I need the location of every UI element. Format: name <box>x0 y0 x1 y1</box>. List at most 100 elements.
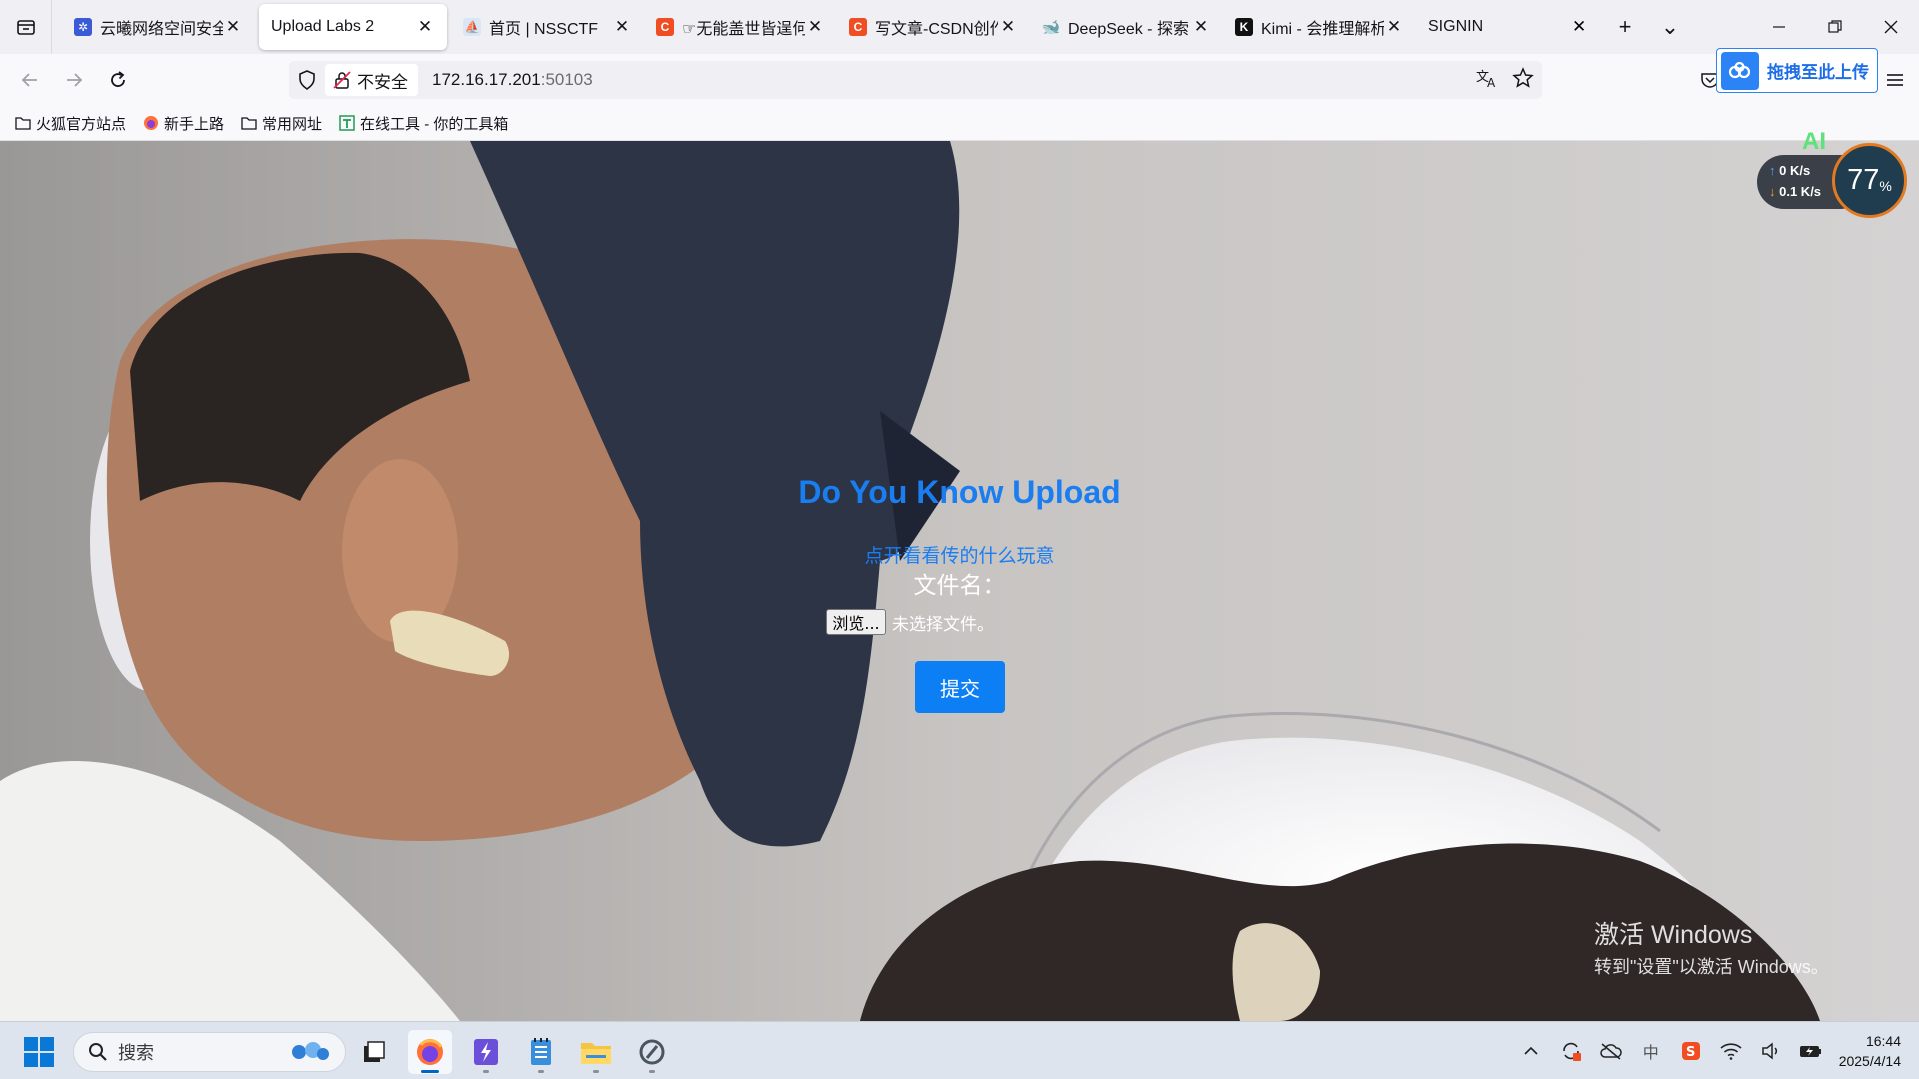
taskbar-search[interactable]: 搜索 <box>73 1032 346 1072</box>
close-tab-icon[interactable]: ✕ <box>1384 17 1404 37</box>
browse-button[interactable]: 浏览... <box>826 609 886 635</box>
memory-usage-ring: 77% <box>1832 143 1907 218</box>
tab-signin[interactable]: SIGNIN <box>1416 4 1576 50</box>
close-tab-icon[interactable]: ✕ <box>415 17 435 37</box>
tracking-protection-button[interactable] <box>289 61 325 99</box>
memory-percent: 77 <box>1847 164 1880 196</box>
close-tab-icon[interactable]: ✕ <box>805 17 825 37</box>
tab-title: Upload Labs 2 <box>271 18 375 35</box>
tab-title: Kimi - 会推理解析 <box>1261 21 1384 38</box>
close-window-button[interactable] <box>1863 0 1919 54</box>
tab-upload-labs[interactable]: Upload Labs 2 ✕ <box>259 4 447 50</box>
tab-csdn-2[interactable]: C 写文章-CSDN创作 ✕ <box>837 4 1030 50</box>
bookmarks-toolbar: 火狐官方站点 新手上路 常用网址 在线工具 - 你的工具箱 <box>0 106 1919 141</box>
sogou-tray-button[interactable]: S <box>1671 1022 1711 1079</box>
memory-percent-unit: % <box>1879 177 1892 194</box>
security-label: 不安全 <box>357 72 408 92</box>
restore-button[interactable] <box>1807 0 1863 54</box>
folder-icon <box>581 1043 611 1064</box>
windows-activation-watermark: 激活 Windows 转到"设置"以激活 Windows。 <box>1594 915 1829 979</box>
tab-yunxi[interactable]: ✲ 云曦网络空间安全 ✕ <box>62 4 255 50</box>
taskbar-network-tool[interactable] <box>630 1030 674 1074</box>
tab-title: ☞无能盖世皆逞何 <box>682 21 805 38</box>
bookmark-label: 在线工具 - 你的工具箱 <box>360 115 509 133</box>
close-tab-icon[interactable]: ✕ <box>1191 17 1211 37</box>
volume-tray-button[interactable] <box>1751 1022 1791 1079</box>
tab-kimi[interactable]: K Kimi - 会推理解析 ✕ <box>1223 4 1416 50</box>
tab-nssctf[interactable]: ⛵ 首页 | NSSCTF ✕ <box>451 4 644 50</box>
running-indicator <box>593 1070 599 1073</box>
bookmark-common-sites[interactable]: 常用网址 <box>240 113 322 134</box>
tab-title: 写文章-CSDN创作 <box>875 21 998 38</box>
taskbar-task-view[interactable] <box>352 1030 396 1074</box>
speaker-icon <box>1761 1042 1777 1060</box>
clock[interactable]: 16:44 2025/4/14 <box>1831 1031 1919 1071</box>
tab-deepseek[interactable]: 🐋 DeepSeek - 探索 ✕ <box>1030 4 1223 50</box>
file-input[interactable]: 浏览... 未选择文件。 <box>826 609 994 635</box>
net-speed-widget[interactable]: ↑ 0 K/s ↓ 0.1 K/s 77% <box>1757 143 1907 219</box>
bookmark-getting-started[interactable]: 新手上路 <box>142 113 224 134</box>
onedrive-tray-button[interactable] <box>1591 1022 1631 1079</box>
taskbar-firefox[interactable] <box>408 1030 452 1074</box>
tab-title: 云曦网络空间安全 <box>100 21 223 38</box>
wifi-tray-button[interactable] <box>1711 1022 1751 1079</box>
translate-button[interactable]: 文A <box>1476 68 1498 93</box>
ime-indicator[interactable]: 中 <box>1631 1022 1671 1079</box>
battery-tray-button[interactable] <box>1791 1022 1831 1079</box>
wifi-icon <box>1720 1043 1742 1060</box>
firefox-icon <box>142 115 160 131</box>
star-icon <box>1512 66 1534 88</box>
bookmark-label: 常用网址 <box>262 115 323 133</box>
minimize-button[interactable] <box>1751 0 1807 54</box>
taskbar-notepad[interactable] <box>519 1030 563 1074</box>
clock-date: 2025/4/14 <box>1838 1053 1901 1069</box>
ide-icon <box>474 1039 498 1065</box>
url-actions: 文A <box>1476 61 1534 99</box>
cloud-offline-icon <box>1599 1043 1622 1060</box>
bookmark-star-button[interactable] <box>1512 66 1534 94</box>
forward-button[interactable] <box>52 58 96 102</box>
tab-title: DeepSeek - 探索 <box>1068 21 1189 38</box>
tab-csdn-1[interactable]: C ☞无能盖世皆逞何 ✕ <box>644 4 837 50</box>
csdn-favicon-icon: C <box>849 18 867 36</box>
folder-icon <box>240 115 258 131</box>
tab-title: SIGNIN <box>1428 18 1484 35</box>
activation-subtitle: 转到"设置"以激活 Windows。 <box>1594 957 1829 977</box>
bookmark-online-tools[interactable]: 在线工具 - 你的工具箱 <box>338 113 508 134</box>
sogou-icon: S <box>1681 1042 1700 1060</box>
close-tab-icon[interactable]: ✕ <box>223 17 243 37</box>
submit-button[interactable]: 提交 <box>915 661 1005 713</box>
start-button[interactable] <box>24 1037 54 1067</box>
tab-overview-button[interactable] <box>0 0 52 54</box>
sync-tray-button[interactable] <box>1551 1022 1591 1079</box>
close-icon <box>1884 20 1898 34</box>
site-security-button[interactable]: 不安全 <box>325 64 418 96</box>
reload-button[interactable] <box>96 58 140 102</box>
taskbar-visual-studio[interactable] <box>464 1030 508 1074</box>
page-title: Do You Know Upload <box>798 474 1121 510</box>
drag-upload-extension[interactable]: 拖拽至此上传 <box>1716 48 1878 93</box>
chevron-up-icon <box>1524 1046 1538 1055</box>
download-speed: ↓ 0.1 K/s <box>1769 184 1822 199</box>
bookmark-firefox-official[interactable]: 火狐官方站点 <box>14 113 126 134</box>
url-text[interactable]: 172.16.17.201:50103 <box>432 70 593 90</box>
app-menu-button[interactable] <box>1877 62 1913 98</box>
restore-icon <box>1828 20 1842 33</box>
show-hidden-icons-button[interactable] <box>1511 1022 1551 1079</box>
kimi-favicon-icon: K <box>1235 18 1253 36</box>
tab-title: 首页 | NSSCTF <box>489 21 599 38</box>
close-tab-icon[interactable]: ✕ <box>998 17 1018 37</box>
tab-strip: ✲ 云曦网络空间安全 ✕ Upload Labs 2 ✕ ⛵ 首页 | NSSC… <box>0 0 1919 54</box>
minimize-icon <box>1773 26 1785 28</box>
hamburger-menu-icon <box>1887 74 1903 86</box>
url-bar[interactable]: 不安全 172.16.17.201:50103 文A <box>289 61 1542 99</box>
back-button[interactable] <box>8 58 52 102</box>
file-name-label: 文件名： <box>913 572 1006 598</box>
bookmark-label: 火狐官方站点 <box>36 115 127 133</box>
taskbar-file-explorer[interactable] <box>574 1030 618 1074</box>
bookmark-label: 新手上路 <box>164 115 225 133</box>
list-all-tabs-button[interactable]: ⌄ <box>1650 0 1690 54</box>
new-tab-button[interactable]: + <box>1600 0 1650 54</box>
close-tab-icon[interactable]: ✕ <box>612 17 632 37</box>
running-indicator <box>483 1070 489 1073</box>
